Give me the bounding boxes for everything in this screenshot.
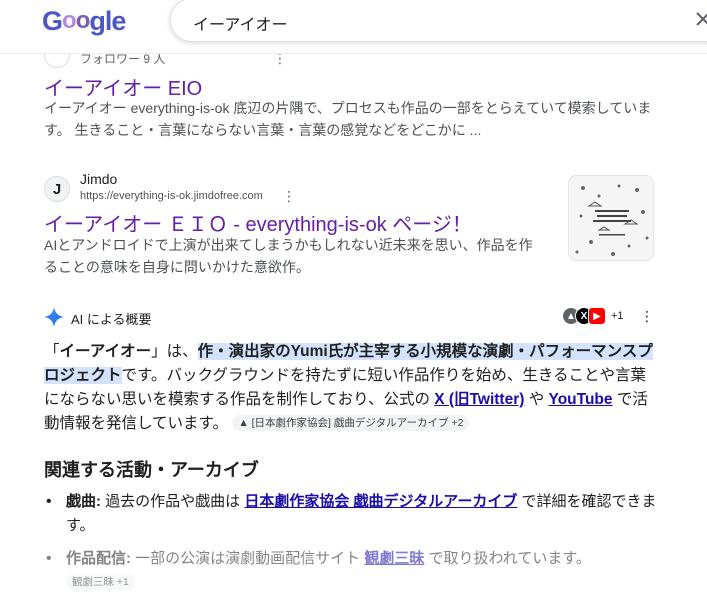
- result2-site-name[interactable]: Jimdo: [80, 171, 117, 187]
- text-segment: 」は、: [151, 343, 198, 360]
- result2-url[interactable]: https://everything-is-ok.jimdofree.com: [80, 190, 263, 202]
- citation-chip[interactable]: 観劇三昧 +1: [66, 574, 135, 590]
- more-options-icon[interactable]: ⋮: [640, 308, 654, 325]
- bullet-label: 作品配信:: [66, 550, 131, 567]
- sparkle-icon: [44, 307, 64, 327]
- link-kangekisanmai[interactable]: 観劇三昧: [364, 550, 424, 567]
- ai-overview-paragraph: 「イーアイオー」は、作・演出家のYumi氏が主宰する小規模な演劇・パフォーマンス…: [44, 340, 656, 436]
- logo-letter-o2: o: [75, 7, 91, 34]
- text-segment: や: [524, 391, 549, 408]
- term-bold: イーアイオー: [59, 343, 152, 360]
- close-icon[interactable]: [691, 7, 707, 31]
- jimdo-favicon[interactable]: J: [44, 176, 70, 202]
- logo-letter-g: G: [42, 5, 63, 36]
- section-heading: 関連する活動・アーカイブ: [44, 460, 259, 480]
- result2-title-link[interactable]: イーアイオー ＥＩＯ - everything-is-ok ページ！: [44, 208, 472, 237]
- google-logo[interactable]: G o o gle: [42, 4, 126, 38]
- result2-thumbnail[interactable]: [568, 175, 654, 261]
- citation-chip-label: [日本劇作家協会] 戯曲デジタルアーカイブ +2: [251, 417, 464, 429]
- result1-snippet: イーアイオー everything-is-ok 底辺の片隅で、プロセスも作品の一…: [44, 100, 652, 138]
- result2-snippet: AIとアンドロイドで上演が出来てしまうかもしれない近未来を思い、作品を作ることの…: [44, 237, 533, 275]
- thumbnail-image: [569, 176, 653, 260]
- citation-chip[interactable]: ▲ [日本劇作家協会] 戯曲デジタルアーカイブ +2: [232, 415, 470, 431]
- ai-overview-title: AI による概要: [71, 312, 152, 327]
- logo-letters-gle: gle: [89, 5, 126, 36]
- link-playwrights-archive[interactable]: 日本劇作家協会 戯曲デジタルアーカイブ: [244, 493, 517, 510]
- youtube-icon: ▶: [588, 307, 606, 325]
- citation-chip-label: 観劇三昧 +1: [72, 576, 129, 588]
- source-count: +1: [611, 310, 624, 322]
- header: G o o gle イーアイオー: [0, 0, 707, 54]
- text-segment: 一部の公演は演劇動画配信サイト: [131, 550, 365, 567]
- search-input[interactable]: イーアイオー: [193, 11, 288, 35]
- link-youtube[interactable]: YouTube: [549, 391, 613, 408]
- text-segment: で取り扱われています。: [424, 550, 591, 567]
- search-box[interactable]: イーアイオー: [170, 0, 707, 42]
- text-segment: 「: [44, 343, 60, 360]
- more-options-icon[interactable]: ⋮: [282, 188, 296, 205]
- bullet-label: 戯曲:: [66, 493, 101, 510]
- text-segment: 過去の作品や戯曲は: [101, 493, 245, 510]
- logo-letter-o1: o: [62, 7, 77, 34]
- list-item-streaming: 作品配信: 一部の公演は演劇動画配信サイト 観劇三昧 で取り扱われています。 観…: [44, 547, 659, 595]
- source-icons[interactable]: ▲ X ▶ +1: [562, 306, 624, 326]
- list-item-plays: 戯曲: 過去の作品や戯曲は 日本劇作家協会 戯曲デジタルアーカイブ で詳細を確認…: [44, 490, 659, 538]
- link-x-twitter[interactable]: X (旧Twitter): [434, 391, 524, 408]
